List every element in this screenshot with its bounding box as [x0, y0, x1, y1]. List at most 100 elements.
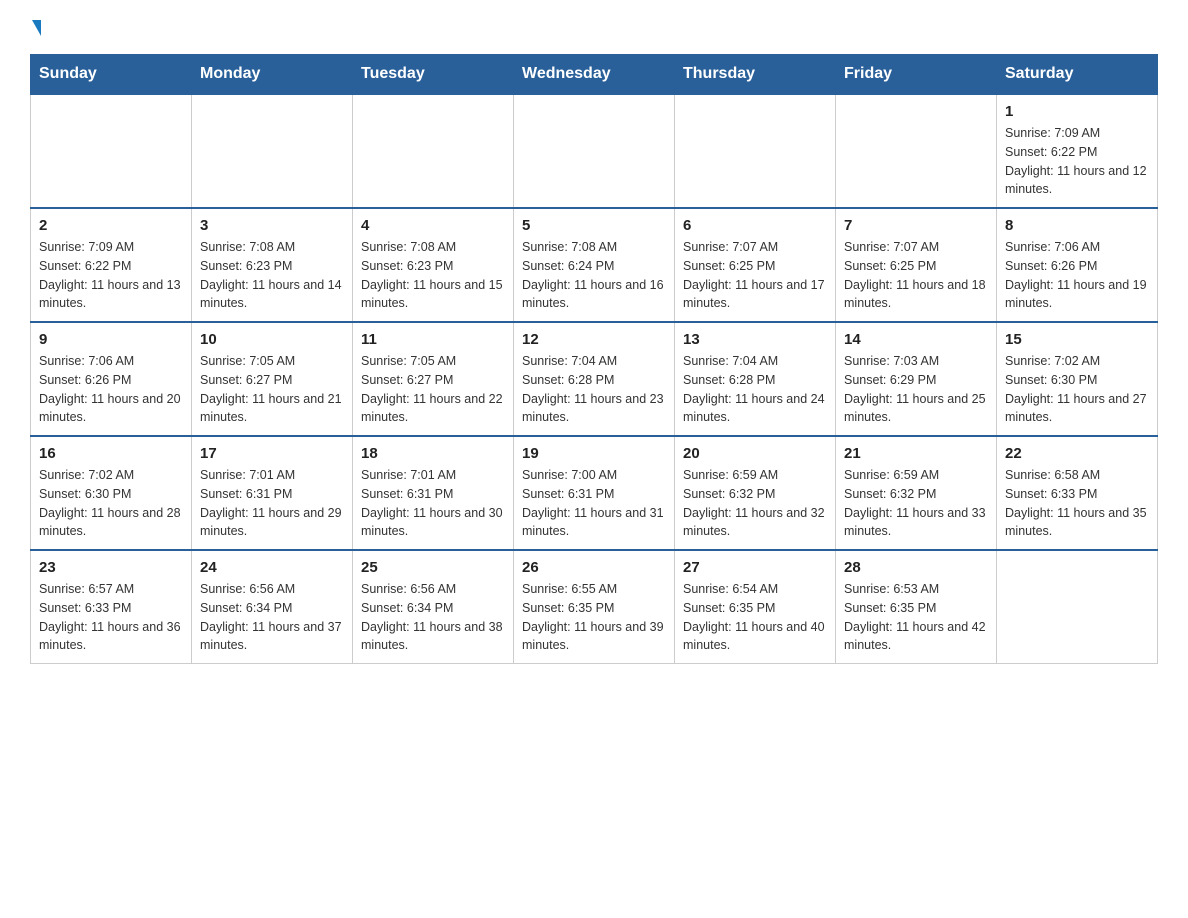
- calendar-week-row: 16Sunrise: 7:02 AMSunset: 6:30 PMDayligh…: [31, 436, 1158, 550]
- table-row: 16Sunrise: 7:02 AMSunset: 6:30 PMDayligh…: [31, 436, 192, 550]
- table-row: 2 Sunrise: 7:09 AMSunset: 6:22 PMDaylight…: [31, 208, 192, 322]
- table-row: 26 Sunrise: 6:55 AMSunset: 6:35 PMDayligh…: [514, 550, 675, 664]
- day-number: 13: [683, 331, 827, 348]
- table-row: 9 Sunrise: 7:06 AMSunset: 6:26 PMDaylight…: [31, 322, 192, 436]
- day-info: Sunrise: 6:55 AMSunset: 6:35 PMDaylight:…: [522, 580, 666, 655]
- day-info: Sunrise: 7:02 AMSunset: 6:30 PMDaylight:…: [39, 466, 183, 541]
- table-row: 11 Sunrise: 7:05 AMSunset: 6:27 PMDayligh…: [353, 322, 514, 436]
- calendar-table: Sunday Monday Tuesday Wednesday Thursday…: [30, 54, 1158, 664]
- table-row: [997, 550, 1158, 664]
- day-info: Sunrise: 6:56 AMSunset: 6:34 PMDaylight:…: [200, 580, 344, 655]
- day-info: Sunrise: 6:56 AMSunset: 6:34 PMDaylight:…: [361, 580, 505, 655]
- table-row: 3 Sunrise: 7:08 AMSunset: 6:23 PMDaylight…: [192, 208, 353, 322]
- table-row: 22 Sunrise: 6:58 AMSunset: 6:33 PMDayligh…: [997, 436, 1158, 550]
- col-monday: Monday: [192, 55, 353, 95]
- day-number: 26: [522, 559, 666, 576]
- day-info: Sunrise: 6:54 AMSunset: 6:35 PMDaylight:…: [683, 580, 827, 655]
- table-row: 21 Sunrise: 6:59 AMSunset: 6:32 PMDayligh…: [836, 436, 997, 550]
- table-row: 27 Sunrise: 6:54 AMSunset: 6:35 PMDayligh…: [675, 550, 836, 664]
- table-row: 1 Sunrise: 7:09 AMSunset: 6:22 PMDaylight…: [997, 94, 1158, 208]
- day-number: 14: [844, 331, 988, 348]
- day-info: Sunrise: 7:08 AMSunset: 6:24 PMDaylight:…: [522, 238, 666, 313]
- day-number: 22: [1005, 445, 1149, 462]
- calendar-week-row: 23 Sunrise: 6:57 AMSunset: 6:33 PMDayligh…: [31, 550, 1158, 664]
- table-row: 19Sunrise: 7:00 AMSunset: 6:31 PMDayligh…: [514, 436, 675, 550]
- day-number: 23: [39, 559, 183, 576]
- day-number: 10: [200, 331, 344, 348]
- calendar-week-row: 1 Sunrise: 7:09 AMSunset: 6:22 PMDaylight…: [31, 94, 1158, 208]
- table-row: 17 Sunrise: 7:01 AMSunset: 6:31 PMDayligh…: [192, 436, 353, 550]
- header: [30, 20, 1158, 36]
- day-number: 3: [200, 217, 344, 234]
- calendar-week-row: 9 Sunrise: 7:06 AMSunset: 6:26 PMDaylight…: [31, 322, 1158, 436]
- table-row: [836, 94, 997, 208]
- day-info: Sunrise: 7:08 AMSunset: 6:23 PMDaylight:…: [361, 238, 505, 313]
- table-row: [514, 94, 675, 208]
- day-info: Sunrise: 7:01 AMSunset: 6:31 PMDaylight:…: [361, 466, 505, 541]
- day-info: Sunrise: 7:08 AMSunset: 6:23 PMDaylight:…: [200, 238, 344, 313]
- table-row: [675, 94, 836, 208]
- col-tuesday: Tuesday: [353, 55, 514, 95]
- table-row: [31, 94, 192, 208]
- table-row: 13Sunrise: 7:04 AMSunset: 6:28 PMDayligh…: [675, 322, 836, 436]
- day-info: Sunrise: 7:09 AMSunset: 6:22 PMDaylight:…: [1005, 124, 1149, 199]
- day-info: Sunrise: 7:01 AMSunset: 6:31 PMDaylight:…: [200, 466, 344, 541]
- day-info: Sunrise: 6:59 AMSunset: 6:32 PMDaylight:…: [844, 466, 988, 541]
- day-info: Sunrise: 7:06 AMSunset: 6:26 PMDaylight:…: [39, 352, 183, 427]
- day-info: Sunrise: 7:06 AMSunset: 6:26 PMDaylight:…: [1005, 238, 1149, 313]
- table-row: 6 Sunrise: 7:07 AMSunset: 6:25 PMDaylight…: [675, 208, 836, 322]
- day-number: 6: [683, 217, 827, 234]
- day-info: Sunrise: 7:04 AMSunset: 6:28 PMDaylight:…: [522, 352, 666, 427]
- col-saturday: Saturday: [997, 55, 1158, 95]
- table-row: 15 Sunrise: 7:02 AMSunset: 6:30 PMDayligh…: [997, 322, 1158, 436]
- table-row: 5Sunrise: 7:08 AMSunset: 6:24 PMDaylight…: [514, 208, 675, 322]
- table-row: 10 Sunrise: 7:05 AMSunset: 6:27 PMDayligh…: [192, 322, 353, 436]
- day-info: Sunrise: 7:05 AMSunset: 6:27 PMDaylight:…: [361, 352, 505, 427]
- day-info: Sunrise: 6:58 AMSunset: 6:33 PMDaylight:…: [1005, 466, 1149, 541]
- table-row: 14 Sunrise: 7:03 AMSunset: 6:29 PMDayligh…: [836, 322, 997, 436]
- table-row: 4 Sunrise: 7:08 AMSunset: 6:23 PMDaylight…: [353, 208, 514, 322]
- day-number: 27: [683, 559, 827, 576]
- col-sunday: Sunday: [31, 55, 192, 95]
- day-info: Sunrise: 7:07 AMSunset: 6:25 PMDaylight:…: [844, 238, 988, 313]
- day-number: 24: [200, 559, 344, 576]
- table-row: 24 Sunrise: 6:56 AMSunset: 6:34 PMDayligh…: [192, 550, 353, 664]
- day-number: 8: [1005, 217, 1149, 234]
- day-number: 11: [361, 331, 505, 348]
- day-info: Sunrise: 7:00 AMSunset: 6:31 PMDaylight:…: [522, 466, 666, 541]
- day-number: 1: [1005, 103, 1149, 120]
- day-number: 20: [683, 445, 827, 462]
- day-number: 15: [1005, 331, 1149, 348]
- day-info: Sunrise: 7:09 AMSunset: 6:22 PMDaylight:…: [39, 238, 183, 313]
- col-wednesday: Wednesday: [514, 55, 675, 95]
- day-info: Sunrise: 7:07 AMSunset: 6:25 PMDaylight:…: [683, 238, 827, 313]
- day-info: Sunrise: 7:02 AMSunset: 6:30 PMDaylight:…: [1005, 352, 1149, 427]
- day-number: 18: [361, 445, 505, 462]
- day-number: 17: [200, 445, 344, 462]
- table-row: 8 Sunrise: 7:06 AMSunset: 6:26 PMDaylight…: [997, 208, 1158, 322]
- table-row: [192, 94, 353, 208]
- table-row: [353, 94, 514, 208]
- day-number: 9: [39, 331, 183, 348]
- col-thursday: Thursday: [675, 55, 836, 95]
- table-row: 28 Sunrise: 6:53 AMSunset: 6:35 PMDayligh…: [836, 550, 997, 664]
- calendar-header-row: Sunday Monday Tuesday Wednesday Thursday…: [31, 55, 1158, 95]
- table-row: 18 Sunrise: 7:01 AMSunset: 6:31 PMDayligh…: [353, 436, 514, 550]
- day-number: 4: [361, 217, 505, 234]
- day-info: Sunrise: 6:53 AMSunset: 6:35 PMDaylight:…: [844, 580, 988, 655]
- day-info: Sunrise: 7:03 AMSunset: 6:29 PMDaylight:…: [844, 352, 988, 427]
- day-number: 7: [844, 217, 988, 234]
- day-number: 12: [522, 331, 666, 348]
- table-row: 25Sunrise: 6:56 AMSunset: 6:34 PMDayligh…: [353, 550, 514, 664]
- col-friday: Friday: [836, 55, 997, 95]
- day-number: 2: [39, 217, 183, 234]
- day-info: Sunrise: 6:59 AMSunset: 6:32 PMDaylight:…: [683, 466, 827, 541]
- table-row: 7 Sunrise: 7:07 AMSunset: 6:25 PMDaylight…: [836, 208, 997, 322]
- day-info: Sunrise: 7:05 AMSunset: 6:27 PMDaylight:…: [200, 352, 344, 427]
- logo: [30, 20, 41, 36]
- day-info: Sunrise: 6:57 AMSunset: 6:33 PMDaylight:…: [39, 580, 183, 655]
- day-number: 21: [844, 445, 988, 462]
- table-row: 12 Sunrise: 7:04 AMSunset: 6:28 PMDayligh…: [514, 322, 675, 436]
- day-number: 28: [844, 559, 988, 576]
- logo-triangle-icon: [32, 20, 41, 36]
